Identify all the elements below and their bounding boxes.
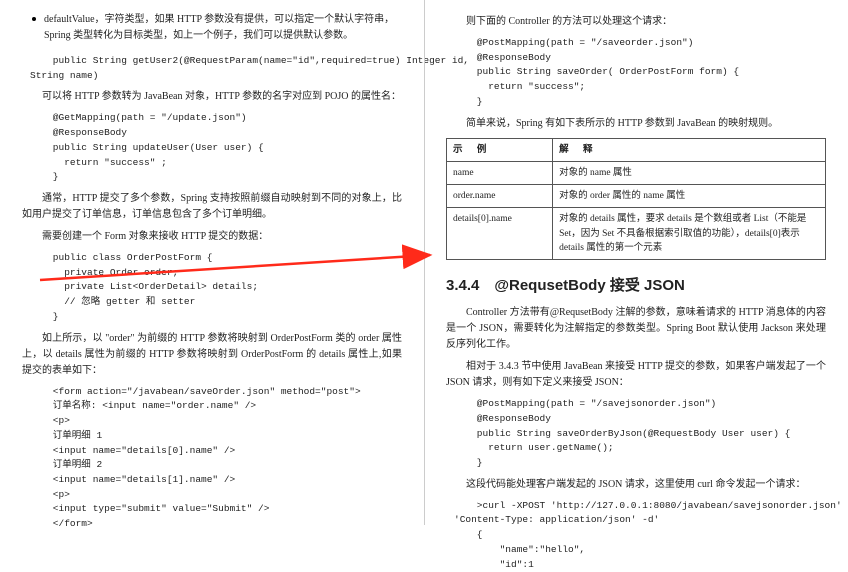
table-row: order.name 对象的 order 属性的 name 属性: [447, 185, 826, 208]
page-left: defaultValue，字符类型，如果 HTTP 参数没有提供，可以指定一个默…: [0, 0, 424, 525]
para-requestbody: Controller 方法带有@RequsetBody 注解的参数，意味着请求的…: [446, 305, 826, 353]
code-form-html: <form action="/javabean/saveOrder.json" …: [30, 385, 402, 532]
table-row: 示 例 解 释: [447, 138, 826, 161]
page-separator: [424, 0, 425, 525]
th-example: 示 例: [447, 138, 553, 161]
para-mapping-rule: 简单来说，Spring 有如下表所示的 HTTP 参数到 JavaBean 的映…: [446, 116, 826, 132]
para-curl-desc: 这段代码能处理客户端发起的 JSON 请求，这里使用 curl 命令发起一个请求…: [446, 477, 826, 493]
section-heading-3-4-4: 3.4.4 @RequsetBody 接受 JSON: [446, 274, 826, 295]
mapping-table: 示 例 解 释 name 对象的 name 属性 order.name 对象的 …: [446, 138, 826, 261]
th-desc: 解 释: [553, 138, 826, 161]
table-row: name 对象的 name 属性: [447, 161, 826, 184]
code-saveorder: @PostMapping(path = "/saveorder.json") @…: [454, 36, 826, 110]
bullet-dot-icon: [32, 17, 36, 21]
bullet-text: defaultValue，字符类型，如果 HTTP 参数没有提供，可以指定一个默…: [44, 12, 402, 44]
td-ordername: order.name: [447, 185, 553, 208]
code-savejson: @PostMapping(path = "/savejsonorder.json…: [454, 397, 826, 471]
code-curl: >curl -XPOST 'http://127.0.0.1:8080/java…: [454, 499, 826, 572]
para-controller-handle: 则下面的 Controller 的方法可以处理这个请求：: [446, 14, 826, 30]
para-vs-343: 相对于 3.4.3 节中使用 JavaBean 来接受 HTTP 提交的参数，如…: [446, 359, 826, 391]
table-row: details[0].name 对象的 details 属性，要求 detail…: [447, 208, 826, 260]
td-name: name: [447, 161, 553, 184]
code-getuser2: public String getUser2(@RequestParam(nam…: [30, 54, 402, 83]
para-multi-param: 通常，HTTP 提交了多个参数，Spring 支持按照前缀自动映射到不同的对象上…: [22, 191, 402, 223]
td-details0: details[0].name: [447, 208, 553, 260]
bullet-defaultvalue: defaultValue，字符类型，如果 HTTP 参数没有提供，可以指定一个默…: [22, 12, 402, 44]
code-updateuser: @GetMapping(path = "/update.json") @Resp…: [30, 111, 402, 185]
td-ordername-desc: 对象的 order 属性的 name 属性: [553, 185, 826, 208]
td-details0-desc: 对象的 details 属性，要求 details 是个数组或者 List（不能…: [553, 208, 826, 260]
para-need-form: 需要创建一个 Form 对象来接收 HTTP 提交的数据：: [22, 229, 402, 245]
code-orderpostform: public class OrderPostForm { private Ord…: [30, 251, 402, 325]
para-http-javabean: 可以将 HTTP 参数转为 JavaBean 对象，HTTP 参数的名字对应到 …: [22, 89, 402, 105]
para-order-prefix: 如上所示，以 "order" 为前缀的 HTTP 参数将映射到 OrderPos…: [22, 331, 402, 379]
td-name-desc: 对象的 name 属性: [553, 161, 826, 184]
page-right: 则下面的 Controller 的方法可以处理这个请求： @PostMappin…: [424, 0, 848, 525]
